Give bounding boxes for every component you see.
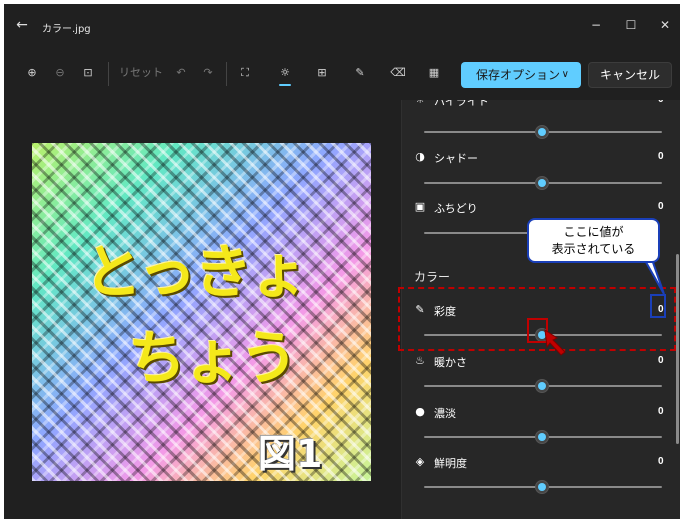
image-text-line2: ちょう (128, 311, 296, 395)
window-title: カラー.jpg (42, 20, 91, 35)
panel-scrollbar[interactable] (676, 254, 679, 444)
slider-thumb[interactable] (535, 379, 549, 393)
image-text-line1: とっきょ (84, 225, 306, 309)
shadow-value: 0 (658, 151, 664, 162)
tint-slider[interactable] (424, 436, 662, 438)
drop-icon: ● (414, 406, 426, 418)
callout-bubble: ここに値が 表示されている (527, 218, 660, 263)
highlight-label: ハイライト (434, 100, 489, 109)
filter-icon[interactable]: ⊞ (314, 64, 330, 82)
vignette-square-icon: ▣ (414, 201, 426, 213)
shadow-label: シャドー (434, 150, 478, 166)
zoom-out-icon[interactable]: ⊖ (52, 64, 68, 82)
slider-thumb[interactable] (535, 430, 549, 444)
slider-thumb[interactable] (535, 125, 549, 139)
highlight-icon: ☀ (414, 100, 426, 106)
fit-to-window-icon[interactable]: ⊡ (80, 64, 96, 82)
vibrance-slider[interactable] (424, 486, 662, 488)
warmth-label: 暖かさ (434, 354, 467, 370)
eraser-icon[interactable]: ⌫ (390, 64, 406, 82)
shadow-slider[interactable] (424, 182, 662, 184)
back-arrow-icon[interactable]: ← (14, 17, 30, 33)
slider-thumb[interactable] (535, 176, 549, 190)
markup-pen-icon[interactable]: ✎ (352, 64, 368, 82)
zoom-in-icon[interactable]: ⊕ (24, 64, 40, 82)
close-icon[interactable]: ✕ (658, 18, 672, 32)
pointer-cursor-icon (543, 328, 571, 356)
highlight-value: 0 (658, 100, 664, 105)
toolbar-divider (108, 62, 109, 86)
image-canvas[interactable]: とっきょ ちょう 図1 (32, 143, 371, 481)
warmth-slider[interactable] (424, 385, 662, 387)
vibrance-label: 鮮明度 (434, 455, 467, 471)
chevron-down-icon: ∨ (562, 62, 569, 88)
save-options-button[interactable]: 保存オプション ∨ (461, 62, 581, 88)
adjust-brightness-icon[interactable]: ☼ (277, 64, 293, 82)
warmth-value: 0 (658, 355, 664, 366)
callout-line2: 表示されている (529, 241, 658, 258)
image-figure-label: 図1 (258, 423, 322, 478)
thermometer-icon: ♨ (414, 355, 426, 367)
tint-label: 濃淡 (434, 405, 456, 421)
crop-icon[interactable]: ⛶ (237, 64, 253, 82)
toolbar-divider (226, 62, 227, 86)
tint-value: 0 (658, 406, 664, 417)
cancel-button[interactable]: キャンセル (588, 62, 672, 88)
callout-line1: ここに値が (529, 224, 658, 241)
vignette-slider[interactable] (424, 232, 544, 234)
half-circle-icon: ◑ (414, 151, 426, 163)
background-blur-icon[interactable]: ▦ (426, 64, 442, 82)
vignette-label: ふちどり (434, 200, 478, 216)
slider-thumb[interactable] (535, 480, 549, 494)
minimize-icon[interactable]: − (589, 18, 603, 32)
title-bar: ← カラー.jpg − ☐ ✕ (4, 4, 680, 48)
vignette-value: 0 (658, 201, 664, 212)
color-section-heading: カラー (414, 268, 450, 285)
maximize-icon[interactable]: ☐ (624, 18, 638, 32)
gem-icon: ◈ (414, 456, 426, 468)
vibrance-value: 0 (658, 456, 664, 467)
highlight-slider[interactable] (424, 131, 662, 133)
reset-button[interactable]: リセット (117, 64, 165, 82)
save-options-label: 保存オプション (476, 62, 560, 88)
undo-icon[interactable]: ↶ (173, 64, 189, 82)
active-tool-indicator (279, 84, 291, 86)
redo-icon[interactable]: ↷ (200, 64, 216, 82)
